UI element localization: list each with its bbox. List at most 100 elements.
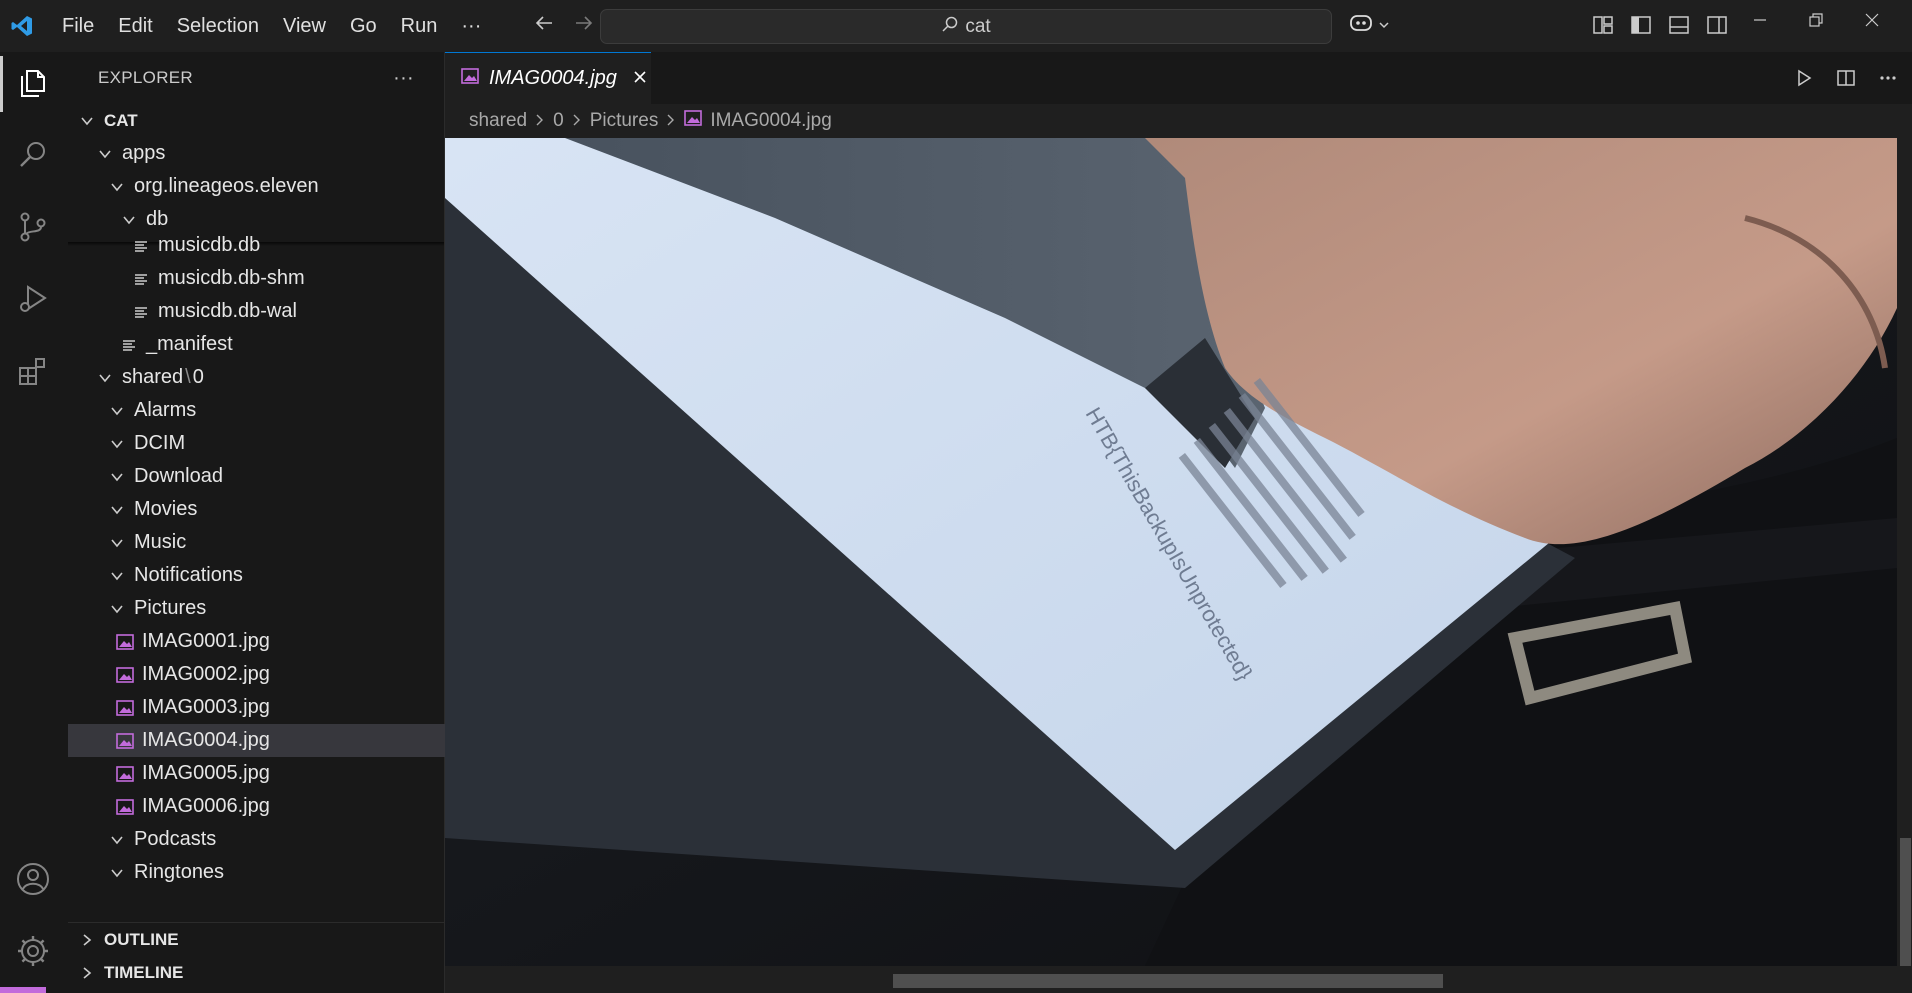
folder-apps[interactable]: apps: [68, 137, 470, 170]
vertical-scrollbar[interactable]: [1897, 138, 1912, 966]
breadcrumb-file[interactable]: IMAG0004.jpg: [710, 110, 831, 132]
folder-shared-0[interactable]: shared \ 0: [68, 361, 470, 394]
file-label: IMAG0006.jpg: [142, 795, 270, 817]
more-actions-icon[interactable]: [1878, 68, 1898, 94]
menu-run[interactable]: Run: [389, 9, 450, 44]
text-file-icon: [130, 305, 152, 319]
folder-label: Podcasts: [134, 828, 217, 850]
folder-pictures[interactable]: Pictures: [68, 592, 482, 625]
toggle-panel-icon[interactable]: [1668, 14, 1690, 42]
folder-label: Ringtones: [134, 861, 225, 883]
folder-download[interactable]: Download: [68, 460, 482, 493]
horizontal-scrollbar[interactable]: [445, 966, 1897, 993]
folder-label: org.lineageos.eleven: [134, 175, 319, 197]
text-file-icon: [118, 338, 140, 352]
search-icon: [941, 15, 959, 39]
editor-actions: [1794, 68, 1898, 94]
path-separator: \: [185, 366, 191, 388]
outline-label: OUTLINE: [104, 929, 179, 949]
folder-label: db: [146, 208, 169, 230]
horizontal-scroll-thumb[interactable]: [893, 974, 1443, 988]
file-imag0006[interactable]: IMAG0006.jpg: [68, 790, 490, 823]
toggle-primary-sidebar-icon[interactable]: [1630, 14, 1652, 42]
menu-bar: File Edit Selection View Go Run ···: [50, 9, 493, 44]
restore-icon[interactable]: [1808, 12, 1824, 33]
extensions-icon[interactable]: [10, 348, 56, 394]
workspace-root[interactable]: CAT: [68, 104, 452, 137]
settings-gear-icon[interactable]: [10, 928, 56, 974]
file-musicdb-shm[interactable]: musicdb.db-shm: [68, 262, 506, 295]
file-musicdb-db[interactable]: musicdb.db: [68, 229, 506, 262]
folder-org-lineageos-eleven[interactable]: org.lineageos.eleven: [68, 170, 482, 203]
editor-area: IMAG0004.jpg shared 0 Pictures IMAG0004.…: [445, 52, 1912, 993]
file-label: IMAG0003.jpg: [142, 696, 270, 718]
chevron-down-icon: [106, 470, 128, 484]
activity-bar: [0, 52, 69, 993]
chevron-down-icon: [106, 866, 128, 880]
source-control-icon[interactable]: [10, 204, 56, 250]
run-debug-icon[interactable]: [10, 276, 56, 322]
folder-movies[interactable]: Movies: [68, 493, 482, 526]
customize-layout-icon[interactable]: [1592, 14, 1614, 42]
folder-dcim[interactable]: DCIM: [68, 427, 482, 460]
minimize-icon[interactable]: [1752, 12, 1768, 33]
folder-label: Notifications: [134, 564, 243, 586]
active-indicator: [0, 56, 3, 112]
file-imag0005[interactable]: IMAG0005.jpg: [68, 757, 490, 790]
folder-music[interactable]: Music: [68, 526, 482, 559]
folder-label: Download: [134, 465, 223, 487]
file-imag0001[interactable]: IMAG0001.jpg: [68, 625, 490, 658]
image-file-icon: [114, 732, 136, 749]
chevron-down-icon: [106, 180, 128, 194]
file-musicdb-wal[interactable]: musicdb.db-wal: [68, 295, 506, 328]
chevron-down-icon: [106, 833, 128, 847]
search-icon[interactable]: [10, 132, 56, 178]
back-arrow-icon[interactable]: [533, 12, 555, 40]
folder-podcasts[interactable]: Podcasts: [68, 823, 482, 856]
outline-section[interactable]: OUTLINE: [68, 923, 452, 956]
chevron-down-icon: [94, 371, 116, 385]
run-icon[interactable]: [1794, 68, 1814, 94]
menu-edit[interactable]: Edit: [106, 9, 164, 44]
menu-view[interactable]: View: [271, 9, 338, 44]
toggle-secondary-sidebar-icon[interactable]: [1706, 14, 1728, 42]
file-label: IMAG0002.jpg: [142, 663, 270, 685]
menu-go[interactable]: Go: [338, 9, 389, 44]
copilot-button[interactable]: [1348, 12, 1390, 40]
chevron-down-icon: [94, 147, 116, 161]
file-imag0004-selected[interactable]: IMAG0004.jpg: [68, 724, 490, 757]
image-file-icon: [114, 633, 136, 650]
account-icon[interactable]: [10, 856, 56, 902]
timeline-section[interactable]: TIMELINE: [68, 956, 452, 989]
forward-arrow-icon[interactable]: [573, 12, 595, 40]
file-imag0003[interactable]: IMAG0003.jpg: [68, 691, 490, 724]
copilot-icon: [1348, 12, 1374, 40]
tab-imag0004[interactable]: IMAG0004.jpg: [445, 52, 651, 104]
close-window-icon[interactable]: [1864, 12, 1880, 33]
breadcrumb-shared[interactable]: shared: [469, 110, 527, 132]
file-label: musicdb.db-shm: [158, 267, 305, 289]
file-manifest[interactable]: _manifest: [68, 328, 494, 361]
folder-notifications[interactable]: Notifications: [68, 559, 482, 592]
chevron-down-icon: [118, 213, 140, 227]
explorer-files-icon[interactable]: [10, 60, 56, 106]
vertical-scroll-thumb[interactable]: [1900, 838, 1911, 966]
breadcrumb-0[interactable]: 0: [553, 110, 564, 132]
file-imag0002[interactable]: IMAG0002.jpg: [68, 658, 490, 691]
menu-file[interactable]: File: [50, 9, 106, 44]
window-controls: [1752, 12, 1880, 33]
folder-sublabel: 0: [192, 366, 204, 388]
close-icon[interactable]: [633, 67, 647, 90]
explorer-more-actions[interactable]: ···: [393, 67, 414, 90]
breadcrumb-chevron-icon: [666, 110, 676, 132]
folder-label: Pictures: [134, 597, 207, 619]
chevron-down-icon: [106, 536, 128, 550]
command-center-search[interactable]: cat: [600, 9, 1332, 44]
photo-image: HTB{ThisBackupIsUnprotected}: [445, 138, 1897, 966]
folder-ringtones[interactable]: Ringtones: [68, 856, 482, 889]
split-editor-icon[interactable]: [1836, 68, 1856, 94]
menu-more[interactable]: ···: [449, 9, 493, 44]
folder-alarms[interactable]: Alarms: [68, 394, 482, 427]
menu-selection[interactable]: Selection: [165, 9, 271, 44]
breadcrumb-pictures[interactable]: Pictures: [590, 110, 659, 132]
